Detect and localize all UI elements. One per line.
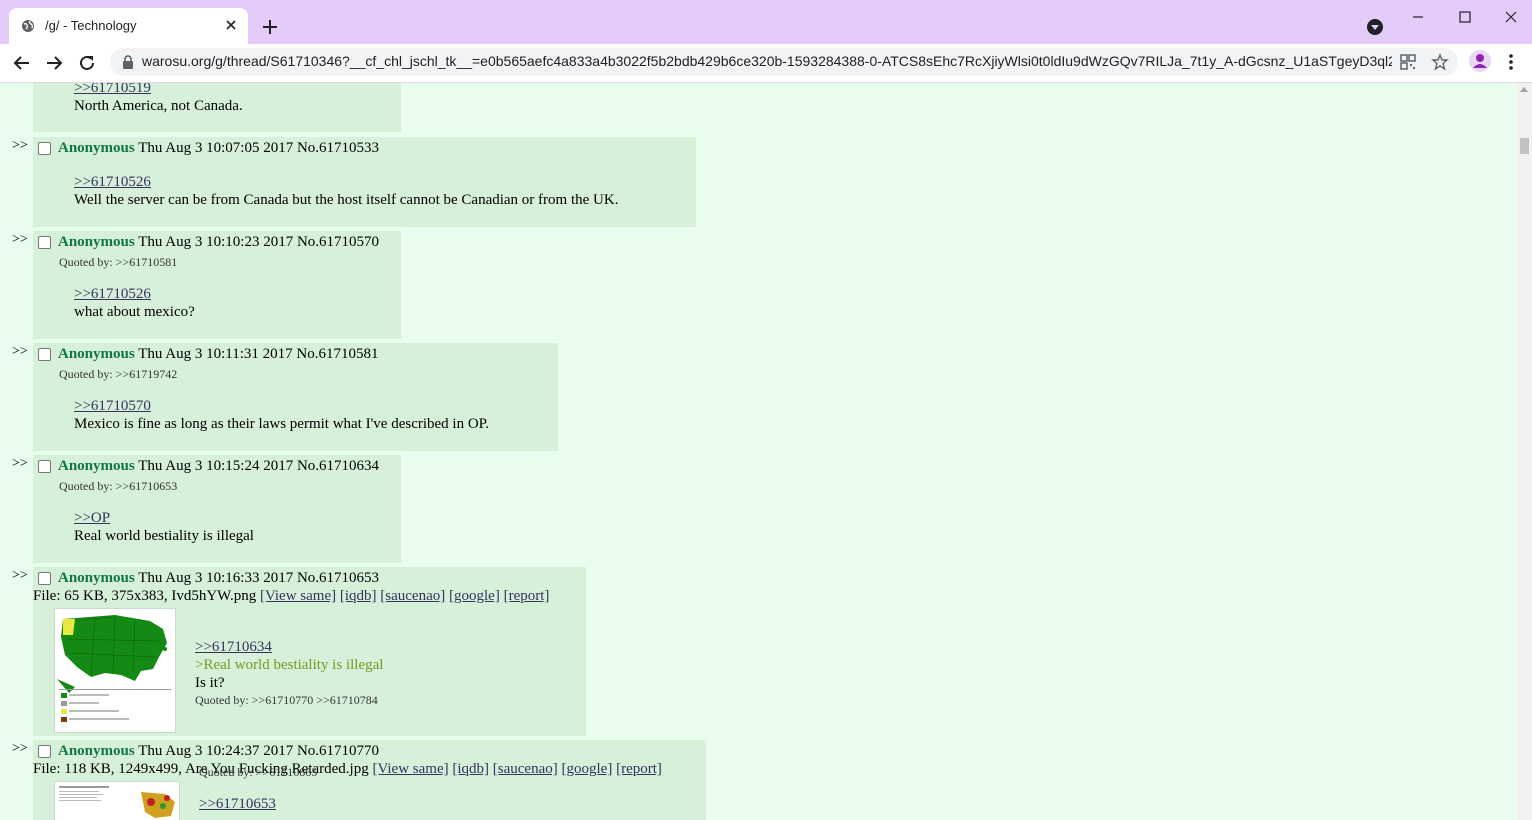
- post-reply: Anonymous Thu Aug 3 10:24:37 2017 No.617…: [33, 740, 706, 820]
- iqdb-link[interactable]: [iqdb]: [452, 761, 489, 777]
- url-text[interactable]: warosu.org/g/thread/S61710346?__cf_chl_j…: [142, 53, 1392, 69]
- post-checkbox[interactable]: [38, 236, 51, 249]
- address-bar[interactable]: warosu.org/g/thread/S61710346?__cf_chl_j…: [110, 48, 1458, 76]
- post-header: Anonymous Thu Aug 3 10:16:33 2017 No.617…: [58, 570, 379, 587]
- poster-name: Anonymous: [58, 570, 135, 586]
- qr-code-icon[interactable]: [1399, 53, 1417, 71]
- profile-avatar[interactable]: [1469, 50, 1491, 72]
- minimize-icon[interactable]: [1406, 8, 1430, 26]
- post-message: Mexico is fine as long as their laws per…: [74, 416, 490, 432]
- poster-name: Anonymous: [58, 346, 135, 362]
- back-arrow-icon[interactable]: [12, 53, 32, 73]
- quote-link[interactable]: >>61710634: [195, 639, 272, 656]
- saucenao-link[interactable]: [saucenao]: [380, 588, 445, 604]
- quoted-by[interactable]: Quoted by: >>61710581: [59, 255, 177, 270]
- poster-name: Anonymous: [58, 743, 135, 759]
- post-reply: >>61710519 North America, not Canada.: [33, 83, 401, 132]
- post-checkbox[interactable]: [38, 348, 51, 361]
- quoted-by[interactable]: Quoted by: >>61719742: [59, 367, 177, 382]
- star-icon[interactable]: [1431, 53, 1449, 71]
- saucenao-link[interactable]: [saucenao]: [493, 761, 558, 777]
- post-message: Well the server can be from Canada but t…: [74, 192, 619, 208]
- post-meta[interactable]: Thu Aug 3 10:15:24 2017 No.61710634: [138, 458, 379, 474]
- quote-link[interactable]: >>61710526: [74, 286, 151, 303]
- greentext-line: >Real world bestiality is illegal: [195, 657, 384, 673]
- tab-search-icon[interactable]: [1366, 18, 1384, 36]
- file-info: File: 65 KB, 375x383, Ivd5hYW.png [View …: [33, 588, 549, 605]
- page-viewport: >>61710519 North America, not Canada. >>…: [0, 83, 1517, 820]
- post-message: Is it?: [195, 675, 225, 691]
- tab-strip: /g/ - Technology: [0, 0, 1532, 44]
- kebab-menu-icon[interactable]: [1503, 52, 1519, 72]
- reload-icon[interactable]: [77, 53, 97, 73]
- post-meta[interactable]: Thu Aug 3 10:10:23 2017 No.61710570: [138, 234, 379, 250]
- tab-title: /g/ - Technology: [45, 18, 137, 33]
- quote-link[interactable]: >>61710570: [74, 398, 151, 415]
- file-info: File: 118 KB, 1249x499, Are You Fucking …: [33, 761, 662, 778]
- google-link[interactable]: [google]: [562, 761, 613, 777]
- us-map-image: [57, 615, 171, 722]
- post-meta[interactable]: Thu Aug 3 10:24:37 2017 No.61710770: [138, 743, 379, 759]
- scroll-up-arrow-icon[interactable]: [1520, 87, 1528, 92]
- post-marker: >>: [12, 232, 28, 247]
- poster-name: Anonymous: [58, 140, 135, 156]
- post-marker: >>: [12, 456, 28, 471]
- post-header: Anonymous Thu Aug 3 10:11:31 2017 No.617…: [58, 346, 378, 363]
- post-checkbox[interactable]: [38, 460, 51, 473]
- google-link[interactable]: [google]: [449, 588, 500, 604]
- post-meta[interactable]: Thu Aug 3 10:16:33 2017 No.61710653: [138, 570, 379, 586]
- quote-link[interactable]: >>61710526: [74, 174, 151, 191]
- quote-link[interactable]: >>61710653: [199, 796, 276, 813]
- person-icon: [1473, 54, 1487, 68]
- post-checkbox[interactable]: [38, 572, 51, 585]
- iqdb-link[interactable]: [iqdb]: [340, 588, 377, 604]
- post-marker: >>: [12, 344, 28, 359]
- post-message: what about mexico?: [74, 304, 195, 320]
- quoted-by[interactable]: Quoted by: >>61710770 >>61710784: [195, 693, 378, 708]
- post-header: Anonymous Thu Aug 3 10:07:05 2017 No.617…: [58, 140, 379, 157]
- post-reply: Anonymous Thu Aug 3 10:07:05 2017 No.617…: [33, 137, 696, 227]
- post-marker: >>: [12, 138, 28, 153]
- post-reply: Anonymous Thu Aug 3 10:15:24 2017 No.617…: [33, 455, 401, 563]
- post-marker: >>: [12, 741, 28, 756]
- quoted-by[interactable]: Quoted by: >>61710865: [199, 765, 317, 780]
- globe-icon: [22, 20, 34, 32]
- quoted-by[interactable]: Quoted by: >>61710653: [59, 479, 177, 494]
- window-close-icon[interactable]: [1499, 8, 1523, 26]
- post-header: Anonymous Thu Aug 3 10:10:23 2017 No.617…: [58, 234, 379, 251]
- post-image-thumbnail[interactable]: [54, 781, 180, 820]
- view-same-link[interactable]: [View same]: [260, 588, 336, 604]
- report-link[interactable]: [report]: [616, 761, 662, 777]
- post-reply: Anonymous Thu Aug 3 10:10:23 2017 No.617…: [33, 231, 401, 339]
- scrollbar-thumb[interactable]: [1520, 138, 1529, 154]
- map-image: [59, 786, 175, 818]
- post-checkbox[interactable]: [38, 745, 51, 758]
- post-header: Anonymous Thu Aug 3 10:24:37 2017 No.617…: [58, 743, 379, 760]
- new-tab-icon[interactable]: [260, 17, 280, 37]
- maximize-icon[interactable]: [1453, 8, 1477, 26]
- poster-name: Anonymous: [58, 234, 135, 250]
- view-same-link[interactable]: [View same]: [372, 761, 448, 777]
- post-image-thumbnail[interactable]: [54, 608, 176, 733]
- report-link[interactable]: [report]: [504, 588, 550, 604]
- forward-arrow-icon[interactable]: [44, 53, 64, 73]
- post-marker: >>: [12, 568, 28, 583]
- post-checkbox[interactable]: [38, 142, 51, 155]
- browser-tab[interactable]: /g/ - Technology: [9, 8, 248, 44]
- post-meta[interactable]: Thu Aug 3 10:07:05 2017 No.61710533: [138, 140, 379, 156]
- close-icon[interactable]: [222, 16, 240, 34]
- browser-toolbar: warosu.org/g/thread/S61710346?__cf_chl_j…: [0, 44, 1532, 83]
- post-message: Real world bestiality is illegal: [74, 528, 254, 544]
- lock-icon[interactable]: [122, 55, 134, 69]
- poster-name: Anonymous: [58, 458, 135, 474]
- post-meta[interactable]: Thu Aug 3 10:11:31 2017 No.61710581: [138, 346, 378, 362]
- post-message: North America, not Canada.: [74, 98, 243, 114]
- post-reply: Anonymous Thu Aug 3 10:11:31 2017 No.617…: [33, 343, 558, 451]
- quote-link[interactable]: >>61710519: [74, 83, 151, 97]
- page-scrollbar[interactable]: [1517, 83, 1532, 820]
- post-header: Anonymous Thu Aug 3 10:15:24 2017 No.617…: [58, 458, 379, 475]
- quote-link[interactable]: >>OP: [74, 510, 110, 527]
- post-reply: Anonymous Thu Aug 3 10:16:33 2017 No.617…: [33, 567, 586, 736]
- file-label: File: 65 KB, 375x383, Ivd5hYW.png: [33, 588, 257, 604]
